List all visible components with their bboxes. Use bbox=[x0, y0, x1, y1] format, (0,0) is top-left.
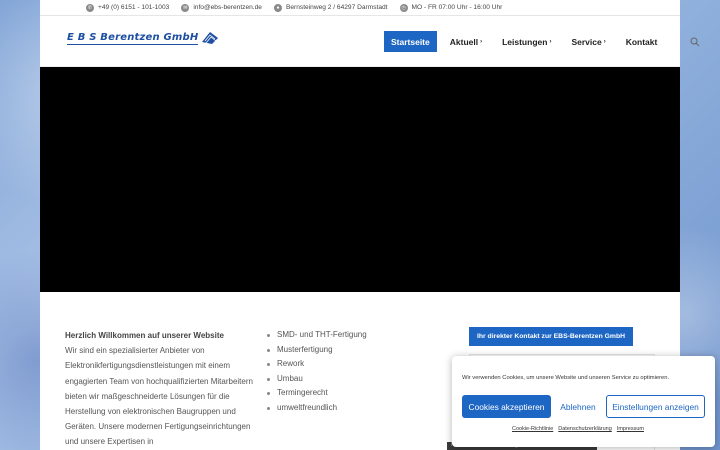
chevron-down-icon: › bbox=[480, 38, 483, 45]
hours-text: MO - FR 07:00 Uhr - 16:00 Uhr bbox=[411, 4, 503, 11]
cookie-links: Cookie-Richtlinie Datenschutzerklärung I… bbox=[512, 426, 649, 432]
accept-cookies-button[interactable]: Cookies akzeptieren bbox=[462, 395, 551, 418]
list-item: Umbau bbox=[265, 372, 405, 387]
services-list: SMD- und THT-Fertigung Musterfertigung R… bbox=[265, 328, 405, 415]
hours-info: ◷ MO - FR 07:00 Uhr - 16:00 Uhr bbox=[399, 3, 503, 12]
nav-label: Startseite bbox=[391, 36, 430, 47]
chevron-down-icon: › bbox=[603, 38, 606, 45]
header: E B S Berentzen GmbH Startseite Aktuell … bbox=[40, 16, 700, 67]
intro-text: Herzlich Willkommen auf unserer Website … bbox=[65, 328, 255, 450]
hero-video[interactable] bbox=[40, 67, 680, 292]
nav-item-aktuell[interactable]: Aktuell › bbox=[443, 31, 489, 52]
list-item: Termingerecht bbox=[265, 386, 405, 401]
nav-label: Leistungen bbox=[502, 36, 548, 47]
cookie-banner: Wir verwenden Cookies, um unsere Website… bbox=[452, 356, 715, 447]
deny-cookies-button[interactable]: Ablehnen bbox=[558, 395, 598, 418]
imprint-link[interactable]: Impressum bbox=[617, 426, 644, 432]
search-icon[interactable] bbox=[690, 37, 700, 47]
nav-item-leistungen[interactable]: Leistungen › bbox=[495, 31, 558, 52]
intro-heading: Herzlich Willkommen auf unserer Website bbox=[65, 331, 224, 340]
cookie-policy-link[interactable]: Cookie-Richtlinie bbox=[512, 426, 553, 432]
chevron-down-icon: › bbox=[549, 38, 552, 45]
email-info[interactable]: ✉ info@ebs-berentzen.de bbox=[181, 3, 262, 12]
main-nav: Startseite Aktuell › Leistungen › Servic… bbox=[384, 31, 700, 52]
privacy-link[interactable]: Datenschutzerklärung bbox=[558, 426, 612, 432]
clock-icon: ◷ bbox=[399, 3, 408, 12]
nav-label: Kontakt bbox=[625, 36, 658, 47]
list-item: Musterfertigung bbox=[265, 343, 405, 358]
mail-icon: ✉ bbox=[181, 3, 190, 12]
nav-label: Aktuell bbox=[449, 36, 479, 47]
phone-text: +49 (0) 6151 - 101-1003 bbox=[98, 4, 170, 11]
cookie-message: Wir verwenden Cookies, um unsere Website… bbox=[462, 375, 670, 381]
nav-item-service[interactable]: Service › bbox=[564, 31, 612, 52]
phone-icon: ✆ bbox=[86, 3, 94, 12]
address-text: Bernsteinweg 2 / 64297 Darmstadt bbox=[285, 4, 388, 11]
nav-item-kontakt[interactable]: Kontakt bbox=[619, 31, 665, 52]
list-item: Rework bbox=[265, 357, 405, 372]
address-info: ● Bernsteinweg 2 / 64297 Darmstadt bbox=[273, 3, 388, 12]
list-item: SMD- und THT-Fertigung bbox=[265, 328, 405, 343]
nav-item-startseite[interactable]: Startseite bbox=[384, 31, 437, 52]
logo-mark-icon bbox=[202, 32, 219, 44]
nav-label: Service bbox=[571, 36, 602, 47]
intro-body: Wir sind ein spezialisierter Anbieter vo… bbox=[65, 346, 253, 447]
email-text: info@ebs-berentzen.de bbox=[193, 4, 262, 11]
phone-info[interactable]: ✆ +49 (0) 6151 - 101-1003 bbox=[86, 3, 170, 12]
logo-text: E B S Berentzen GmbH bbox=[67, 31, 199, 45]
logo[interactable]: E B S Berentzen GmbH bbox=[67, 30, 220, 46]
top-info-bar: ✆ +49 (0) 6151 - 101-1003 ✉ info@ebs-ber… bbox=[40, 0, 680, 16]
contact-button[interactable]: Ihr direkter Kontakt zur EBS-Berentzen G… bbox=[469, 327, 633, 346]
location-icon: ● bbox=[273, 3, 282, 12]
cookie-settings-button[interactable]: Einstellungen anzeigen bbox=[606, 395, 705, 418]
list-item: umweltfreundlich bbox=[265, 401, 405, 416]
